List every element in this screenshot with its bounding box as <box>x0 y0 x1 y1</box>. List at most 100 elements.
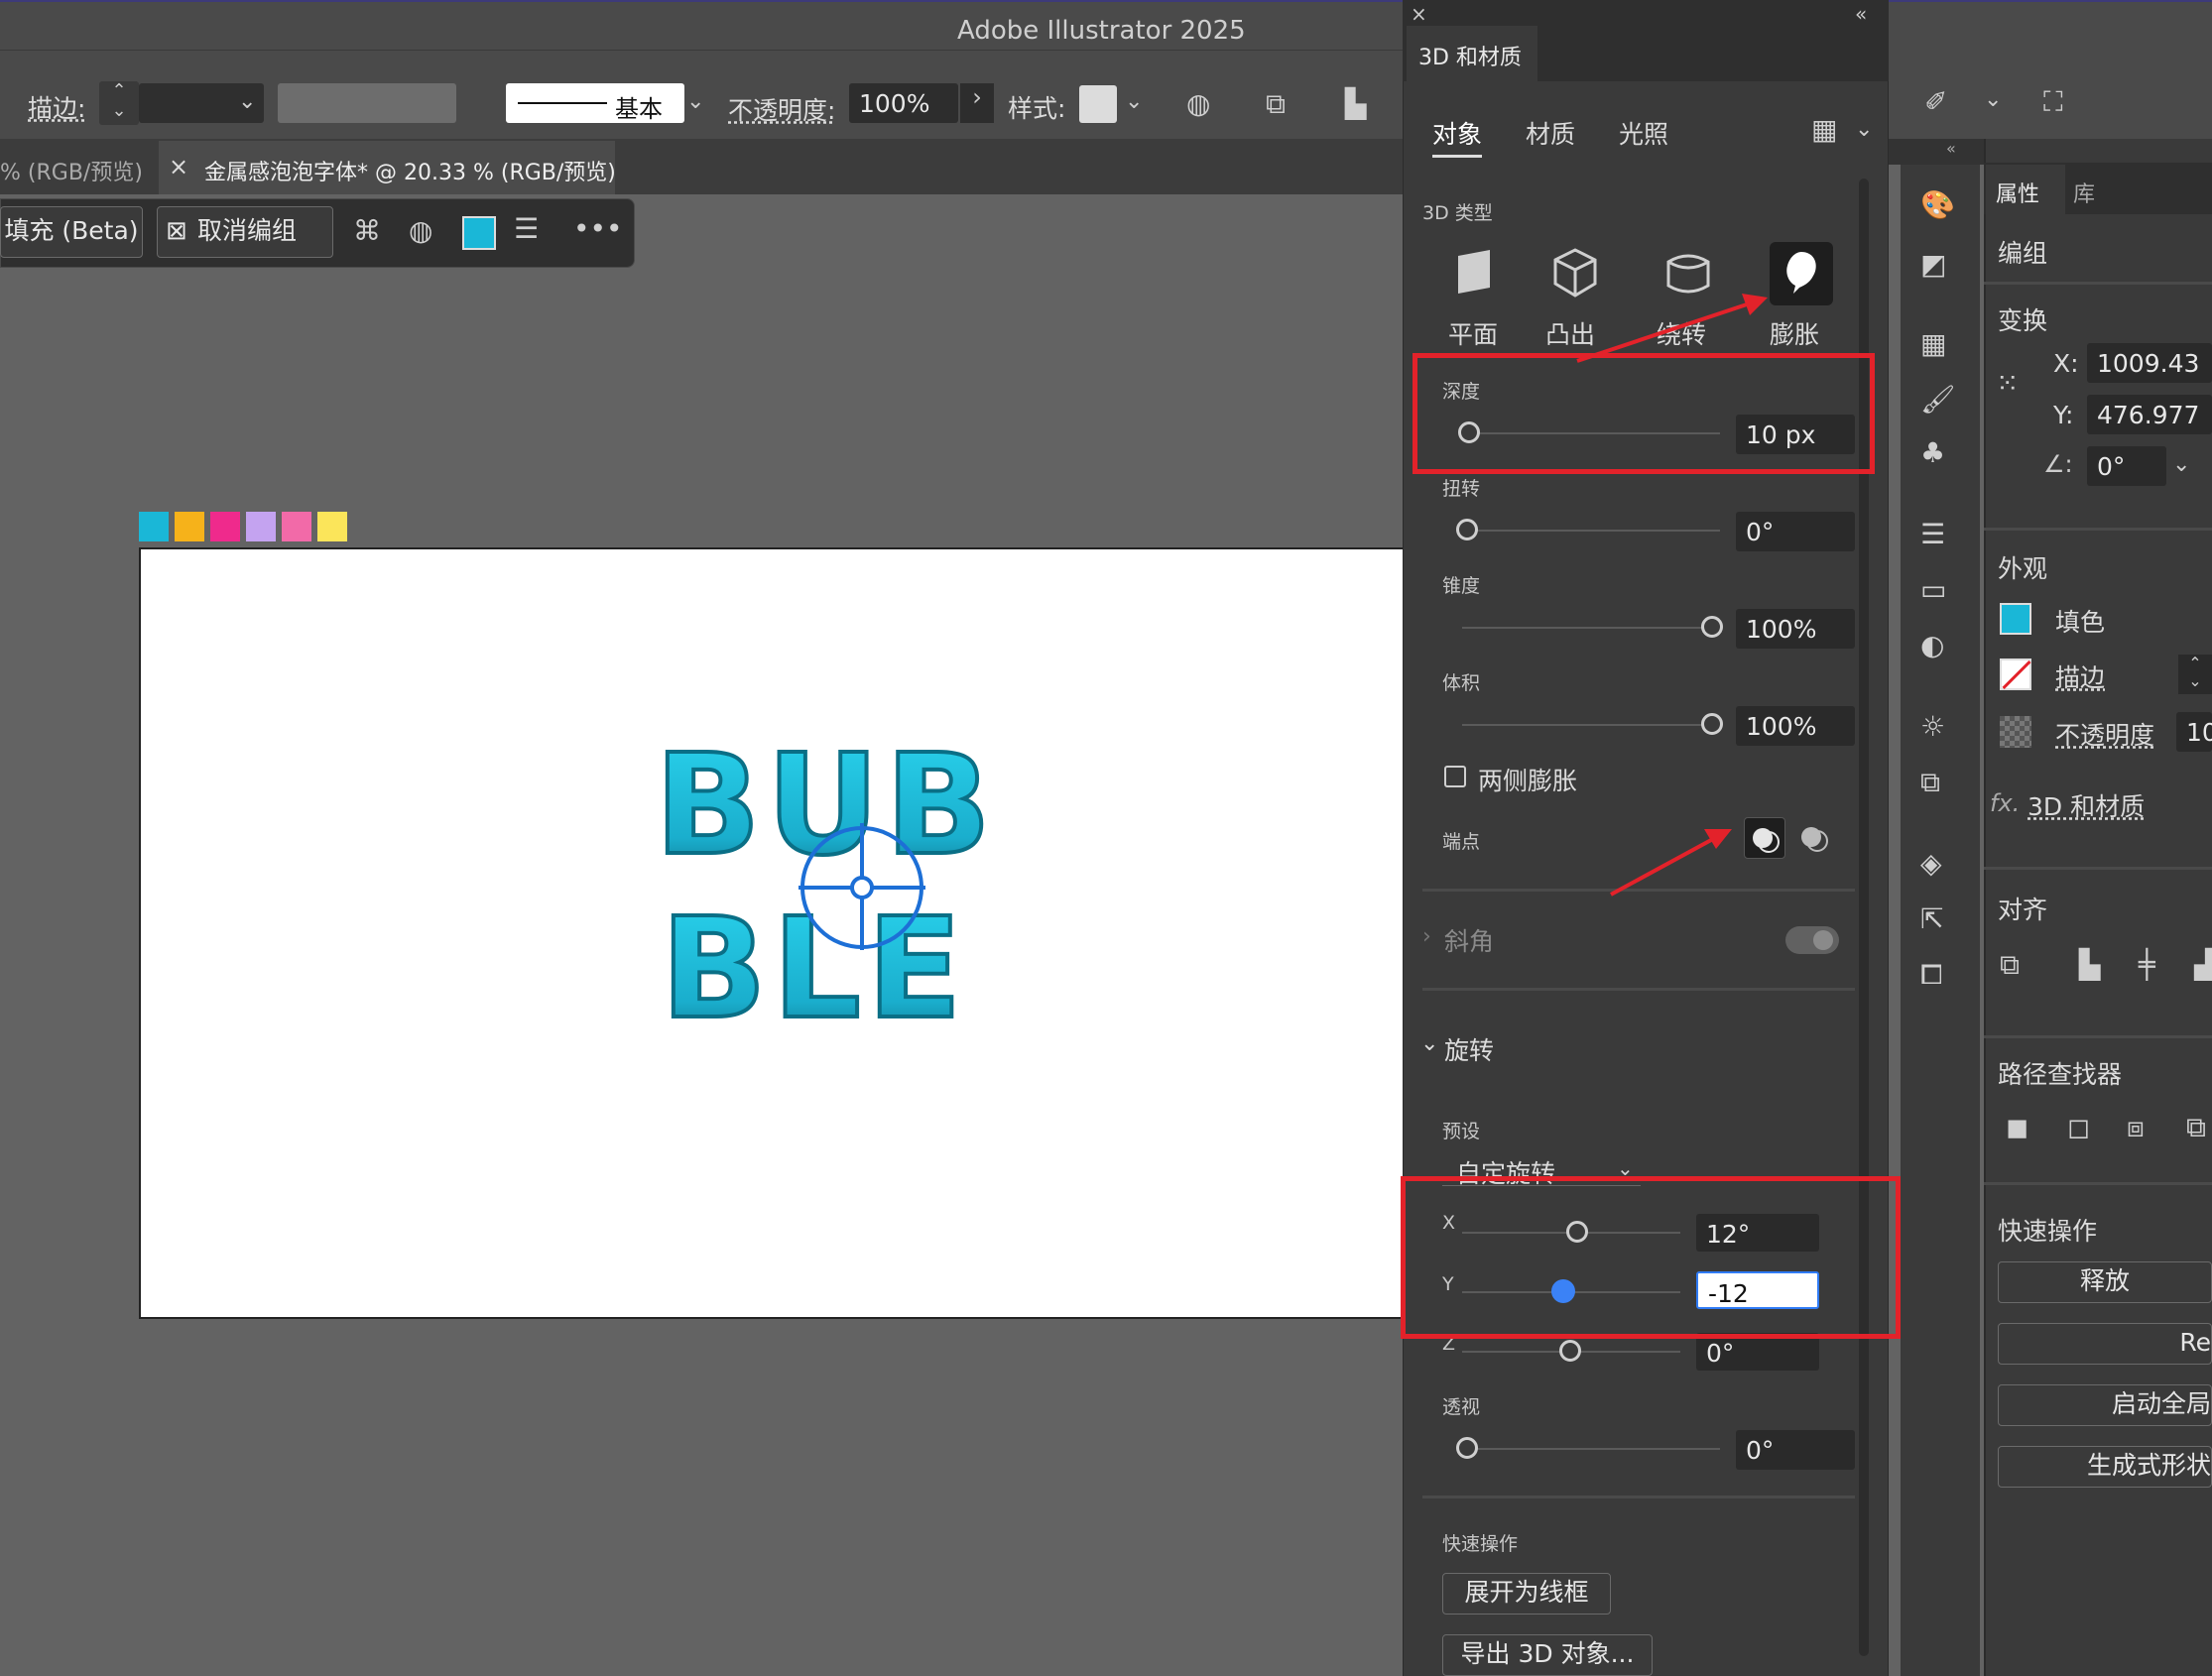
export-3d-button[interactable]: 导出 3D 对象... <box>1442 1634 1653 1676</box>
y-input[interactable]: 476.977 <box>2087 395 2212 434</box>
stroke-stepper[interactable]: ⌃ ⌄ <box>99 81 139 125</box>
color-swatch[interactable] <box>210 512 240 541</box>
rotation-chevron-icon[interactable]: ⌄ <box>1420 1031 1438 1056</box>
opacity-input[interactable]: 100% <box>849 83 958 123</box>
collapse-icon[interactable]: « <box>1855 2 1867 26</box>
ungroup-button[interactable]: ⊠ 取消编组 <box>157 206 333 258</box>
color-swatch[interactable] <box>246 512 276 541</box>
perspective-slider-track[interactable] <box>1462 1448 1720 1450</box>
graphic-styles-icon[interactable]: ⧉ <box>1920 766 1940 799</box>
color-guide-icon[interactable]: ◩ <box>1920 248 1946 281</box>
color-swatch[interactable] <box>175 512 204 541</box>
tab-properties[interactable]: 属性 <box>1986 165 2065 214</box>
gradient-icon[interactable]: ▭ <box>1920 573 1946 606</box>
cap-label: 端点 <box>1442 831 1481 853</box>
panel-tab-3d[interactable]: 3D 和材质 <box>1407 26 1537 81</box>
appearance-icon[interactable]: ☼ <box>1920 710 1945 743</box>
collapse-icon[interactable]: « <box>1946 139 1956 158</box>
recolor-icon[interactable]: ◍ <box>409 214 432 247</box>
tab-libraries[interactable]: 库 <box>2073 177 2095 208</box>
bevel-toggle[interactable] <box>1785 926 1839 954</box>
export-icon[interactable]: ⇱ <box>1920 902 1943 935</box>
inflate-both-sides-checkbox[interactable] <box>1444 766 1466 787</box>
angle-input[interactable]: 0° <box>2087 446 2166 486</box>
tab-object[interactable]: 对象 <box>1432 115 1483 158</box>
perspective-slider-knob[interactable] <box>1456 1437 1478 1459</box>
exclude-icon[interactable]: ⧉ <box>2186 1111 2206 1144</box>
layers-icon[interactable]: ◈ <box>1920 847 1942 880</box>
color-swatch[interactable] <box>139 512 169 541</box>
twist-slider-knob[interactable] <box>1456 519 1478 540</box>
recolor-artwork-icon[interactable]: ◍ <box>1186 87 1210 120</box>
chevron-down-icon[interactable]: ⌄ <box>686 89 704 114</box>
align-to-icon[interactable]: ⧉ <box>1266 87 1286 121</box>
opacity-label[interactable]: 不透明度: <box>728 91 835 127</box>
artboards-icon[interactable]: ⧠ <box>1920 958 1942 992</box>
opacity-arrow[interactable]: › <box>960 83 994 123</box>
color-swatch[interactable] <box>317 512 347 541</box>
render-settings-icon[interactable]: ▦ <box>1811 113 1837 146</box>
bevel-chevron-icon[interactable]: › <box>1422 924 1431 949</box>
tab-lighting[interactable]: 光照 <box>1619 115 1668 151</box>
stroke-swatch[interactable] <box>2000 658 2031 690</box>
align-left-icon[interactable]: ▙ <box>2079 948 2101 981</box>
close-icon[interactable]: × <box>1411 2 1427 26</box>
bubble-artwork[interactable]: BUB BLE <box>635 734 1091 1031</box>
align-right-icon[interactable]: ▟ <box>2194 948 2212 981</box>
pathfinder-label: 路径查找器 <box>1998 1060 2123 1089</box>
effect-3d-link[interactable]: 3D 和材质 <box>2028 787 2145 823</box>
fill-color-swatch[interactable] <box>462 216 496 250</box>
fill-label[interactable]: 填色 <box>2055 603 2105 639</box>
chevron-down-icon[interactable]: ⌄ <box>2172 452 2190 477</box>
chevron-down-icon[interactable]: ⌄ <box>238 89 256 114</box>
graphic-style-swatch[interactable] <box>1079 85 1117 123</box>
recolor-button[interactable]: Re <box>1998 1323 2212 1365</box>
swatches-icon[interactable]: ▦ <box>1920 327 1946 360</box>
start-global-edit-button[interactable]: 启动全局 <box>1998 1384 2212 1426</box>
align-center-icon[interactable]: ╪ <box>2139 948 2155 981</box>
release-button[interactable]: 释放 <box>1998 1261 2212 1303</box>
reference-point-icon[interactable]: ⁙ <box>1996 367 2019 400</box>
artboard-tool-icon[interactable]: ⛶ <box>2043 85 2063 119</box>
color-swatch[interactable] <box>282 512 311 541</box>
more-icon[interactable]: ••• <box>573 212 623 245</box>
unite-icon[interactable]: ◼ <box>2006 1111 2028 1143</box>
pen-tool-icon[interactable]: ✐ <box>1924 85 1947 118</box>
fill-swatch[interactable] <box>2000 603 2031 635</box>
tab-materials[interactable]: 材质 <box>1526 115 1575 151</box>
chevron-down-icon[interactable]: ⌄ <box>1984 87 2002 112</box>
tab-document-2[interactable]: × 金属感泡泡字体* @ 20.33 % (RGB/预览) <box>159 141 616 194</box>
stroke-label[interactable]: 描边: <box>28 89 85 125</box>
transform-icon[interactable]: ⌘ <box>353 214 381 247</box>
align-label: 对齐 <box>1998 896 2048 924</box>
x-input[interactable]: 1009.43 <box>2087 343 2212 383</box>
opacity-label[interactable]: 不透明度 <box>2055 716 2154 752</box>
generative-shape-button[interactable]: 生成式形状 <box>1998 1446 2212 1488</box>
symbols-icon[interactable]: ♣ <box>1920 436 1945 469</box>
close-icon[interactable]: × <box>169 153 188 180</box>
chevron-down-icon[interactable]: ⌄ <box>1855 117 1873 142</box>
menu-lines-icon[interactable]: ☰ <box>514 212 539 245</box>
transparency-icon[interactable]: ◐ <box>1920 629 1944 661</box>
generative-fill-button[interactable]: 填充 (Beta) <box>0 206 143 258</box>
stroke-label[interactable]: 描边 <box>2055 658 2105 694</box>
flat-type-button[interactable] <box>1444 242 1506 303</box>
align-to-icon[interactable]: ⧉ <box>2000 948 2020 982</box>
minus-front-icon[interactable]: ◻ <box>2067 1111 2090 1143</box>
intersect-icon[interactable]: ⧈ <box>2127 1111 2145 1144</box>
brushes-icon[interactable]: 🖌 <box>1920 383 1956 416</box>
rot-z-slider-knob[interactable] <box>1559 1340 1581 1362</box>
cap-off-button[interactable] <box>1793 817 1835 859</box>
tab-document-1[interactable]: % (RGB/预览) <box>0 141 157 194</box>
app-title: Adobe Illustrator 2025 <box>957 16 1246 46</box>
align-left-icon[interactable]: ▙ <box>1345 87 1367 120</box>
opacity-input[interactable]: 10 <box>2176 712 2212 752</box>
variable-width-profile[interactable] <box>278 83 456 123</box>
perspective-input[interactable]: 0° <box>1736 1430 1855 1470</box>
color-palette-icon[interactable]: 🎨 <box>1920 188 1955 221</box>
stroke-stepper[interactable]: ⌃ ⌄ <box>2178 655 2212 694</box>
expand-wireframe-button[interactable]: 展开为线框 <box>1442 1573 1611 1615</box>
stroke-panel-icon[interactable]: ☰ <box>1920 518 1945 550</box>
stroke-style-dropdown[interactable]: 基本 <box>506 83 684 123</box>
chevron-down-icon[interactable]: ⌄ <box>1125 89 1143 114</box>
